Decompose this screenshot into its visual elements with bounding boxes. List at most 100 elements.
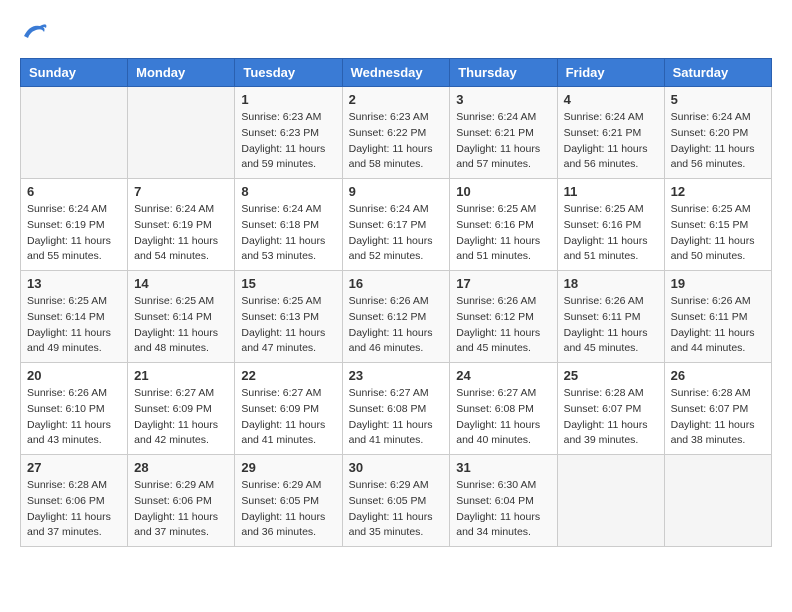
day-info: Sunrise: 6:25 AMSunset: 6:16 PMDaylight:… — [564, 202, 658, 265]
calendar-cell: 25 Sunrise: 6:28 AMSunset: 6:07 PMDayligh… — [557, 363, 664, 455]
day-info: Sunrise: 6:27 AMSunset: 6:08 PMDaylight:… — [349, 386, 444, 449]
day-number: 31 — [456, 460, 550, 475]
day-number: 10 — [456, 184, 550, 199]
day-info: Sunrise: 6:24 AMSunset: 6:21 PMDaylight:… — [456, 110, 550, 173]
calendar-week-5: 27Sunrise: 6:28 AMSunset: 6:06 PMDayligh… — [21, 455, 772, 547]
day-info: Sunrise: 6:24 AMSunset: 6:21 PMDaylight:… — [564, 110, 658, 173]
day-number: 1 — [241, 92, 335, 107]
day-number: 15 — [241, 276, 335, 291]
day-info: Sunrise: 6:27 AMSunset: 6:09 PMDaylight:… — [241, 386, 335, 449]
calendar-cell: 24Sunrise: 6:27 AMSunset: 6:08 PMDayligh… — [450, 363, 557, 455]
day-info: Sunrise: 6:29 AMSunset: 6:05 PMDaylight:… — [241, 478, 335, 541]
day-number: 18 — [564, 276, 658, 291]
calendar-cell: 10 Sunrise: 6:25 AMSunset: 6:16 PMDayligh… — [450, 179, 557, 271]
calendar-cell: 11 Sunrise: 6:25 AMSunset: 6:16 PMDayligh… — [557, 179, 664, 271]
calendar-cell: 20 Sunrise: 6:26 AMSunset: 6:10 PMDayligh… — [21, 363, 128, 455]
day-info: Sunrise: 6:30 AMSunset: 6:04 PMDaylight:… — [456, 478, 550, 541]
day-number: 23 — [349, 368, 444, 383]
day-number: 29 — [241, 460, 335, 475]
calendar-cell: 23 Sunrise: 6:27 AMSunset: 6:08 PMDayligh… — [342, 363, 450, 455]
column-header-thursday: Thursday — [450, 59, 557, 87]
calendar-cell: 18 Sunrise: 6:26 AMSunset: 6:11 PMDayligh… — [557, 271, 664, 363]
logo — [20, 20, 52, 42]
day-number: 20 — [27, 368, 121, 383]
day-number: 2 — [349, 92, 444, 107]
day-number: 9 — [349, 184, 444, 199]
day-info: Sunrise: 6:29 AMSunset: 6:05 PMDaylight:… — [349, 478, 444, 541]
day-number: 13 — [27, 276, 121, 291]
day-info: Sunrise: 6:24 AMSunset: 6:19 PMDaylight:… — [27, 202, 121, 265]
calendar-cell: 4 Sunrise: 6:24 AMSunset: 6:21 PMDaylight… — [557, 87, 664, 179]
day-info: Sunrise: 6:26 AMSunset: 6:11 PMDaylight:… — [564, 294, 658, 357]
column-header-friday: Friday — [557, 59, 664, 87]
day-info: Sunrise: 6:23 AMSunset: 6:23 PMDaylight:… — [241, 110, 335, 173]
day-info: Sunrise: 6:25 AMSunset: 6:13 PMDaylight:… — [241, 294, 335, 357]
calendar-cell — [557, 455, 664, 547]
calendar-cell: 1 Sunrise: 6:23 AMSunset: 6:23 PMDaylight… — [235, 87, 342, 179]
day-info: Sunrise: 6:26 AMSunset: 6:12 PMDaylight:… — [456, 294, 550, 357]
day-number: 25 — [564, 368, 658, 383]
day-info: Sunrise: 6:26 AMSunset: 6:12 PMDaylight:… — [349, 294, 444, 357]
page-header — [20, 20, 772, 42]
day-info: Sunrise: 6:27 AMSunset: 6:09 PMDaylight:… — [134, 386, 228, 449]
day-number: 6 — [27, 184, 121, 199]
calendar-cell: 16 Sunrise: 6:26 AMSunset: 6:12 PMDayligh… — [342, 271, 450, 363]
day-info: Sunrise: 6:28 AMSunset: 6:07 PMDaylight:… — [671, 386, 765, 449]
day-info: Sunrise: 6:26 AMSunset: 6:11 PMDaylight:… — [671, 294, 765, 357]
calendar-table: SundayMondayTuesdayWednesdayThursdayFrid… — [20, 58, 772, 547]
day-info: Sunrise: 6:26 AMSunset: 6:10 PMDaylight:… — [27, 386, 121, 449]
day-number: 30 — [349, 460, 444, 475]
column-header-saturday: Saturday — [664, 59, 771, 87]
column-header-monday: Monday — [128, 59, 235, 87]
calendar-week-1: 1 Sunrise: 6:23 AMSunset: 6:23 PMDaylight… — [21, 87, 772, 179]
day-number: 16 — [349, 276, 444, 291]
column-header-wednesday: Wednesday — [342, 59, 450, 87]
day-info: Sunrise: 6:25 AMSunset: 6:15 PMDaylight:… — [671, 202, 765, 265]
calendar-cell: 2Sunrise: 6:23 AMSunset: 6:22 PMDaylight… — [342, 87, 450, 179]
day-info: Sunrise: 6:25 AMSunset: 6:14 PMDaylight:… — [134, 294, 228, 357]
calendar-header-row: SundayMondayTuesdayWednesdayThursdayFrid… — [21, 59, 772, 87]
day-info: Sunrise: 6:25 AMSunset: 6:14 PMDaylight:… — [27, 294, 121, 357]
day-info: Sunrise: 6:24 AMSunset: 6:17 PMDaylight:… — [349, 202, 444, 265]
calendar-cell: 17 Sunrise: 6:26 AMSunset: 6:12 PMDayligh… — [450, 271, 557, 363]
calendar-cell: 19Sunrise: 6:26 AMSunset: 6:11 PMDayligh… — [664, 271, 771, 363]
calendar-cell: 3 Sunrise: 6:24 AMSunset: 6:21 PMDaylight… — [450, 87, 557, 179]
day-info: Sunrise: 6:24 AMSunset: 6:20 PMDaylight:… — [671, 110, 765, 173]
calendar-cell: 13 Sunrise: 6:25 AMSunset: 6:14 PMDayligh… — [21, 271, 128, 363]
calendar-cell: 5 Sunrise: 6:24 AMSunset: 6:20 PMDaylight… — [664, 87, 771, 179]
day-number: 21 — [134, 368, 228, 383]
calendar-cell: 9 Sunrise: 6:24 AMSunset: 6:17 PMDaylight… — [342, 179, 450, 271]
calendar-cell: 26 Sunrise: 6:28 AMSunset: 6:07 PMDayligh… — [664, 363, 771, 455]
day-number: 17 — [456, 276, 550, 291]
calendar-cell — [128, 87, 235, 179]
day-number: 4 — [564, 92, 658, 107]
calendar-cell: 27Sunrise: 6:28 AMSunset: 6:06 PMDayligh… — [21, 455, 128, 547]
calendar-cell: 6 Sunrise: 6:24 AMSunset: 6:19 PMDaylight… — [21, 179, 128, 271]
calendar-cell: 8Sunrise: 6:24 AMSunset: 6:18 PMDaylight… — [235, 179, 342, 271]
day-number: 3 — [456, 92, 550, 107]
day-info: Sunrise: 6:29 AMSunset: 6:06 PMDaylight:… — [134, 478, 228, 541]
calendar-cell: 28Sunrise: 6:29 AMSunset: 6:06 PMDayligh… — [128, 455, 235, 547]
day-number: 26 — [671, 368, 765, 383]
calendar-cell: 22 Sunrise: 6:27 AMSunset: 6:09 PMDayligh… — [235, 363, 342, 455]
day-info: Sunrise: 6:25 AMSunset: 6:16 PMDaylight:… — [456, 202, 550, 265]
day-number: 5 — [671, 92, 765, 107]
day-number: 8 — [241, 184, 335, 199]
logo-icon — [20, 20, 48, 42]
day-number: 12 — [671, 184, 765, 199]
calendar-week-4: 20 Sunrise: 6:26 AMSunset: 6:10 PMDayligh… — [21, 363, 772, 455]
day-number: 7 — [134, 184, 228, 199]
day-number: 22 — [241, 368, 335, 383]
calendar-week-2: 6 Sunrise: 6:24 AMSunset: 6:19 PMDaylight… — [21, 179, 772, 271]
day-number: 11 — [564, 184, 658, 199]
day-info: Sunrise: 6:28 AMSunset: 6:06 PMDaylight:… — [27, 478, 121, 541]
day-number: 14 — [134, 276, 228, 291]
calendar-cell — [664, 455, 771, 547]
column-header-sunday: Sunday — [21, 59, 128, 87]
day-info: Sunrise: 6:28 AMSunset: 6:07 PMDaylight:… — [564, 386, 658, 449]
calendar-cell: 12 Sunrise: 6:25 AMSunset: 6:15 PMDayligh… — [664, 179, 771, 271]
calendar-cell: 15 Sunrise: 6:25 AMSunset: 6:13 PMDayligh… — [235, 271, 342, 363]
day-number: 24 — [456, 368, 550, 383]
calendar-cell: 30 Sunrise: 6:29 AMSunset: 6:05 PMDayligh… — [342, 455, 450, 547]
calendar-cell: 21 Sunrise: 6:27 AMSunset: 6:09 PMDayligh… — [128, 363, 235, 455]
